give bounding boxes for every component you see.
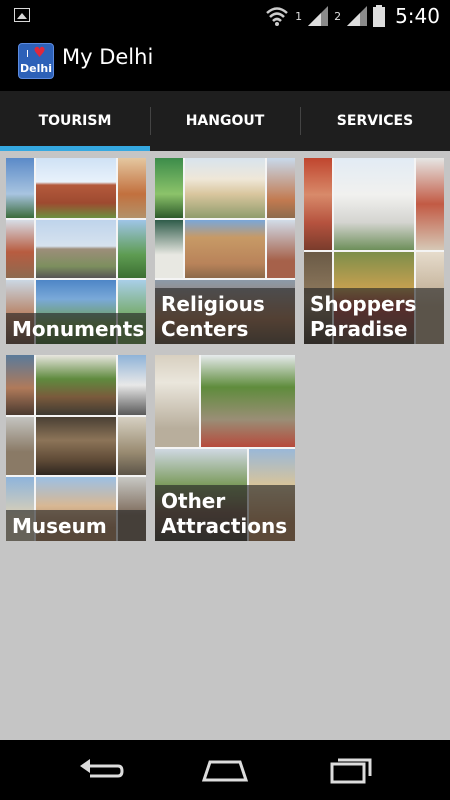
photo [118, 417, 146, 475]
category-grid: Monuments Religious Centers Shoppers Par… [0, 151, 450, 740]
photo [118, 158, 146, 218]
photo [267, 220, 295, 278]
photo [6, 355, 34, 415]
category-tile-other-attractions[interactable]: Other Attractions [155, 355, 295, 541]
recent-apps-icon[interactable] [326, 754, 376, 786]
app-logo-bottom-text: Delhi [20, 62, 52, 75]
photo [201, 355, 295, 447]
app-title: My Delhi [62, 45, 154, 69]
action-bar: I ♥ Delhi My Delhi [0, 33, 450, 91]
photo [36, 417, 116, 475]
photo [185, 158, 265, 218]
photo [36, 355, 116, 415]
photo [118, 355, 146, 415]
tile-label: Museum [6, 510, 146, 541]
photo [6, 220, 34, 278]
status-icons: 1 2 5:40 [265, 3, 440, 29]
sim1-label: 1 [295, 9, 303, 23]
category-tile-monuments[interactable]: Monuments [6, 158, 146, 344]
photo [155, 355, 199, 447]
tile-label: Religious Centers [155, 288, 295, 344]
photo [185, 220, 265, 278]
status-time: 5:40 [395, 4, 440, 28]
sim2-label: 2 [334, 9, 342, 23]
status-bar: 1 2 5:40 [0, 0, 450, 33]
photo [6, 417, 34, 475]
navigation-bar [0, 740, 450, 800]
back-icon[interactable] [76, 754, 126, 786]
photo [6, 158, 34, 218]
tab-services[interactable]: SERVICES [300, 91, 450, 151]
photo [334, 158, 414, 250]
tile-label: Other Attractions [155, 485, 295, 541]
photo [118, 220, 146, 278]
tile-label: Monuments [6, 313, 146, 344]
photo [267, 158, 295, 218]
category-tile-museum[interactable]: Museum [6, 355, 146, 541]
tab-label: TOURISM [38, 113, 112, 129]
wifi-icon [266, 7, 288, 26]
tab-tourism[interactable]: TOURISM [0, 91, 150, 151]
photo [155, 158, 183, 218]
heart-icon: I ♥ [26, 45, 46, 61]
battery-icon [373, 5, 386, 27]
category-tile-religious-centers[interactable]: Religious Centers [155, 158, 295, 344]
category-tile-shoppers-paradise[interactable]: Shoppers Paradise [304, 158, 444, 344]
tab-label: HANGOUT [185, 113, 265, 129]
tab-hangout[interactable]: HANGOUT [150, 91, 300, 151]
app-logo[interactable]: I ♥ Delhi [18, 43, 54, 79]
photo [36, 158, 116, 218]
photo [36, 220, 116, 278]
photo [155, 220, 183, 278]
signal-icon [347, 6, 368, 26]
home-icon[interactable] [200, 754, 250, 786]
signal-icon [308, 6, 329, 26]
tab-bar: TOURISM HANGOUT SERVICES [0, 91, 450, 151]
gallery-icon [14, 8, 30, 22]
app-logo-top-text: I [26, 49, 29, 60]
tile-label: Shoppers Paradise [304, 288, 444, 344]
tab-label: SERVICES [336, 113, 414, 129]
photo [416, 158, 444, 250]
photo [304, 158, 332, 250]
